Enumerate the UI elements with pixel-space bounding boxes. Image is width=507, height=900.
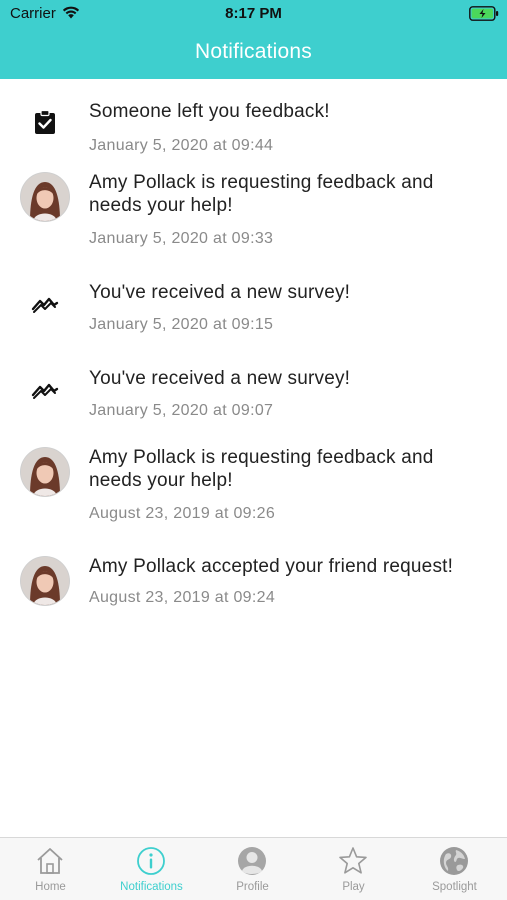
notification-item[interactable]: Someone left you feedback! January 5, 20… bbox=[0, 79, 507, 164]
tab-spotlight-label: Spotlight bbox=[432, 881, 477, 893]
notification-message: You've received a new survey! bbox=[89, 282, 351, 303]
avatar bbox=[20, 172, 70, 222]
profile-icon bbox=[238, 847, 266, 875]
notification-time: January 5, 2020 at 09:07 bbox=[89, 402, 274, 419]
status-time: 8:17 PM bbox=[225, 5, 282, 22]
notification-item[interactable]: You've received a new survey! January 5,… bbox=[0, 359, 507, 444]
home-icon bbox=[37, 848, 63, 874]
battery-icon bbox=[469, 6, 499, 21]
notification-message: Amy Pollack is requesting feedback and n… bbox=[89, 447, 434, 491]
notification-time: January 5, 2020 at 09:15 bbox=[89, 316, 274, 333]
navigation-bar: Carrier 8:17 PM Notifications bbox=[0, 0, 507, 79]
status-bar: Carrier 8:17 PM bbox=[0, 0, 507, 28]
survey-trend-icon bbox=[20, 279, 70, 329]
tab-profile[interactable]: Profile bbox=[202, 838, 303, 900]
tab-home[interactable]: Home bbox=[0, 838, 101, 900]
tab-play-label: Play bbox=[342, 881, 365, 893]
star-icon bbox=[339, 847, 367, 874]
survey-trend-icon bbox=[20, 365, 70, 415]
notification-item[interactable]: Amy Pollack is requesting feedback and n… bbox=[0, 164, 507, 273]
avatar bbox=[20, 447, 70, 497]
globe-icon bbox=[440, 847, 468, 875]
notification-item[interactable]: Amy Pollack accepted your friend request… bbox=[0, 553, 507, 638]
tab-profile-label: Profile bbox=[236, 881, 269, 893]
tab-home-label: Home bbox=[35, 881, 66, 893]
notification-time: January 5, 2020 at 09:44 bbox=[89, 137, 274, 154]
notification-item[interactable]: You've received a new survey! January 5,… bbox=[0, 273, 507, 359]
notification-message: Amy Pollack is requesting feedback and n… bbox=[89, 172, 434, 216]
page-title: Notifications bbox=[195, 40, 312, 63]
clipboard-check-icon bbox=[20, 97, 70, 147]
tab-notifications-label: Notifications bbox=[120, 881, 183, 893]
tab-notifications[interactable]: Notifications bbox=[101, 838, 202, 900]
tab-bar: Home Notifications Profile Play Spotligh… bbox=[0, 837, 507, 900]
notification-time: August 23, 2019 at 09:24 bbox=[89, 589, 276, 606]
notification-time: August 23, 2019 at 09:26 bbox=[89, 505, 276, 522]
tab-play[interactable]: Play bbox=[303, 838, 404, 900]
tab-spotlight[interactable]: Spotlight bbox=[404, 838, 505, 900]
notification-message: Amy Pollack accepted your friend request… bbox=[89, 556, 454, 577]
avatar bbox=[20, 556, 70, 606]
notification-list: Someone left you feedback! January 5, 20… bbox=[0, 79, 507, 638]
notification-message: Someone left you feedback! bbox=[89, 101, 330, 122]
info-icon bbox=[137, 847, 165, 875]
notification-message: You've received a new survey! bbox=[89, 368, 351, 389]
notification-item[interactable]: Amy Pollack is requesting feedback and n… bbox=[0, 444, 507, 553]
notification-time: January 5, 2020 at 09:33 bbox=[89, 230, 274, 247]
